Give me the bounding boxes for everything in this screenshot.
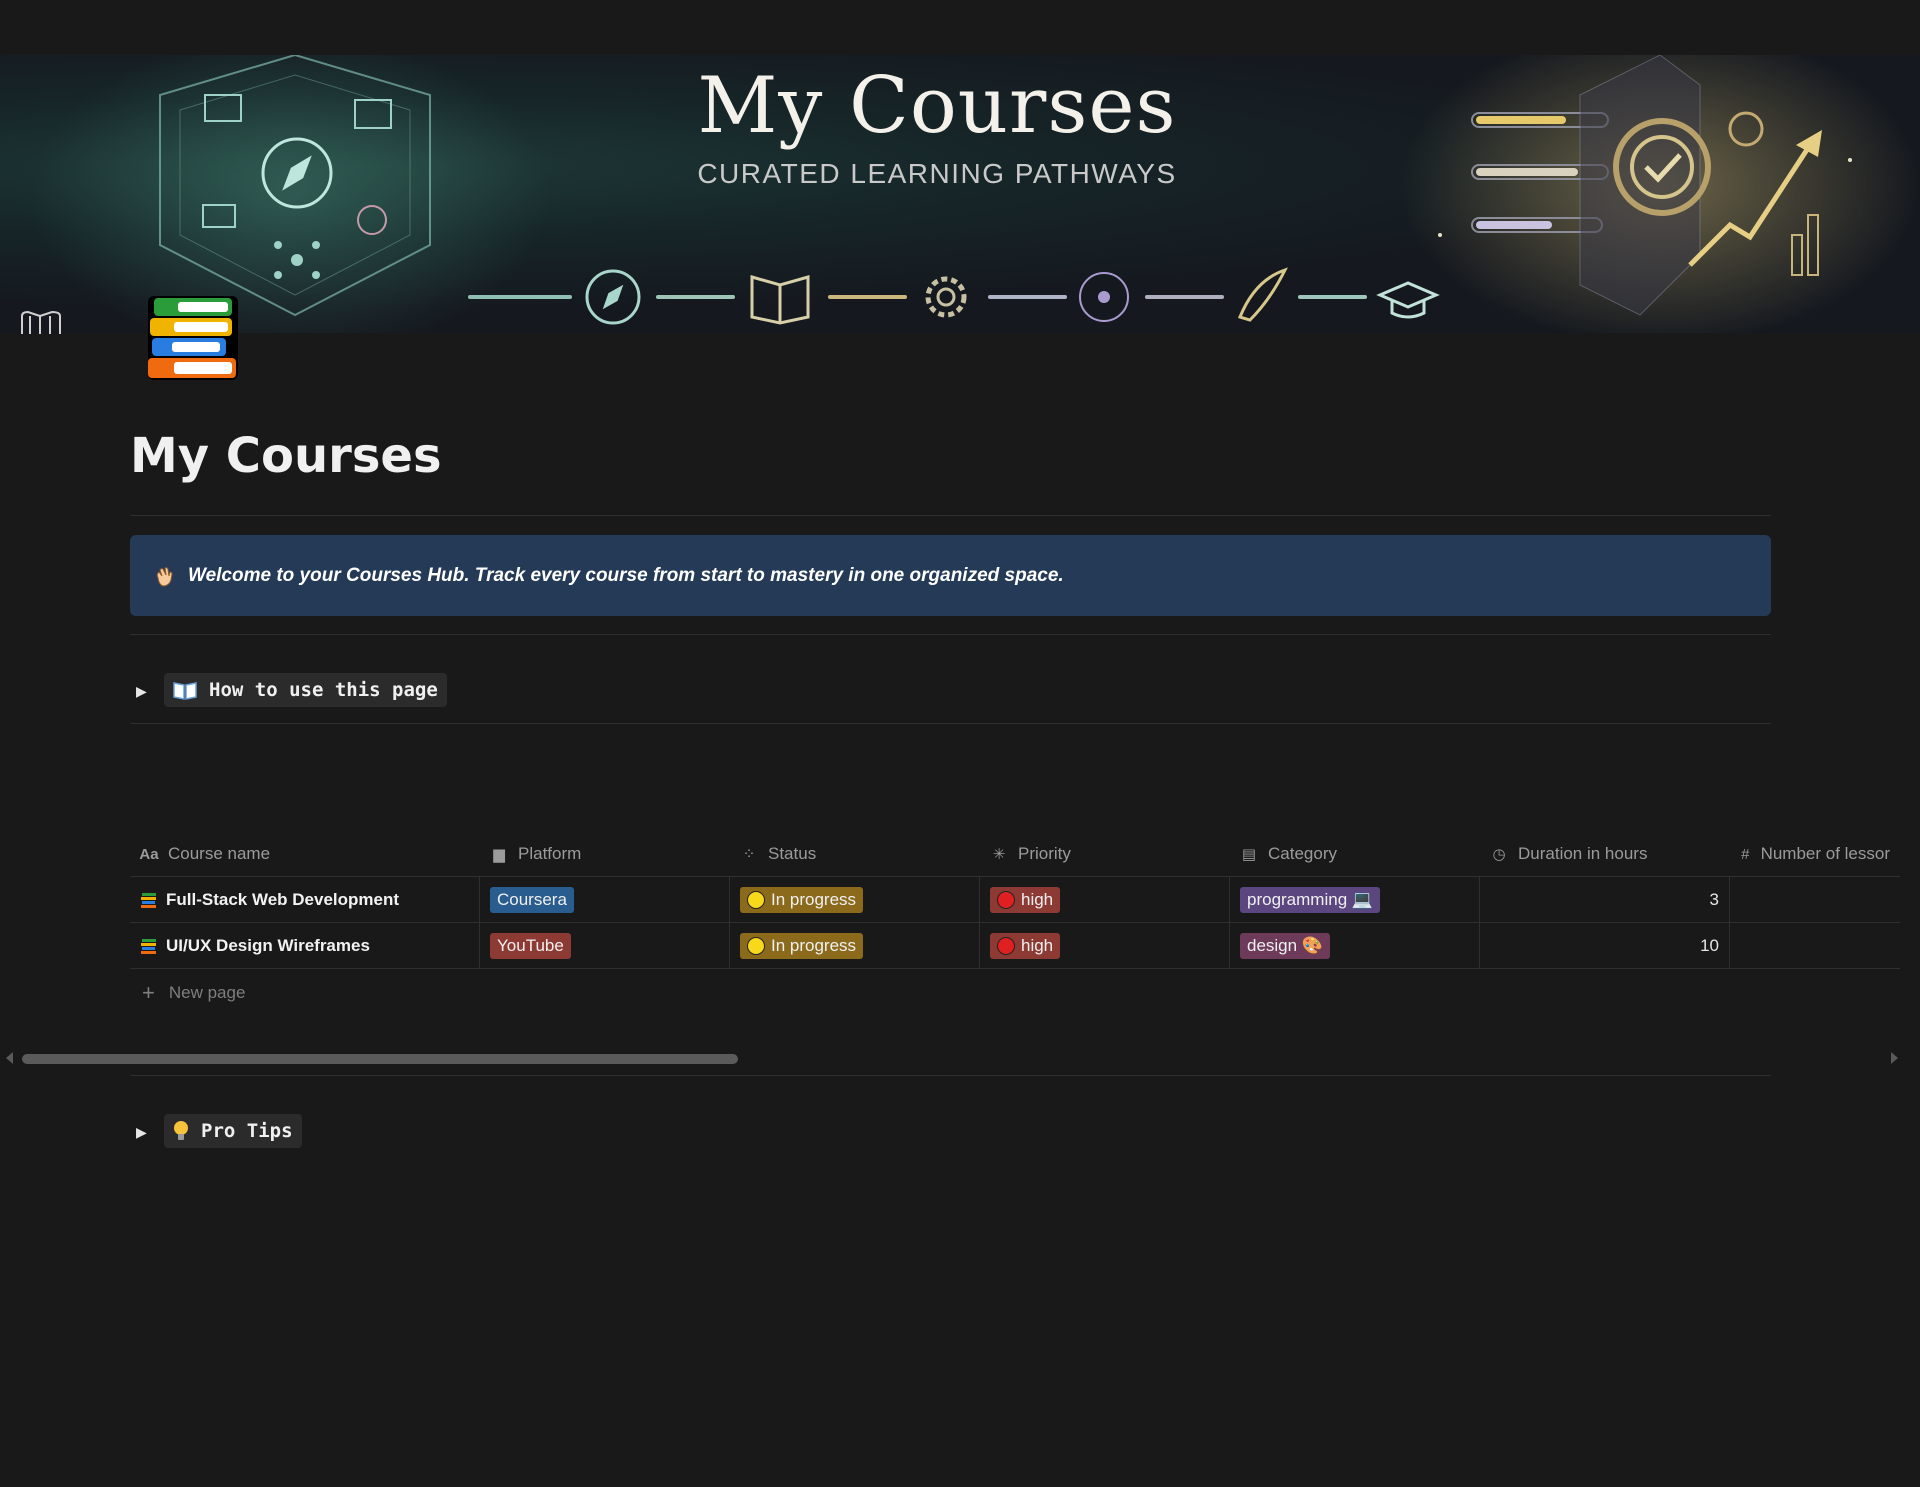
light-bulb-icon: [174, 1121, 188, 1140]
platform-cell[interactable]: YouTube: [480, 923, 730, 968]
column-label: Duration in hours: [1518, 844, 1648, 863]
priority-label: high: [1021, 889, 1054, 909]
toggle-label-chip[interactable]: Pro Tips: [164, 1114, 302, 1148]
page-title[interactable]: My Courses: [130, 428, 442, 484]
table-header: Aa Course name ▆ Platform ⁘ Status ✳ Pri…: [130, 832, 1900, 877]
callout-text: Welcome to your Courses Hub. Track every…: [188, 564, 1064, 586]
plus-icon: +: [142, 980, 155, 1005]
table-row[interactable]: Full-Stack Web Development Coursera In p…: [130, 877, 1900, 923]
divider: [130, 515, 1771, 516]
text-icon: Aa: [139, 845, 159, 863]
column-header-lessons[interactable]: # Number of lessor: [1730, 832, 1900, 876]
priority-tag: high: [990, 932, 1061, 959]
welcome-callout: Welcome to your Courses Hub. Track every…: [130, 535, 1771, 616]
column-label: Number of lessor: [1760, 844, 1890, 863]
divider: [130, 634, 1771, 635]
status-label: In progress: [771, 889, 857, 909]
sidebar-open-icon[interactable]: [20, 310, 64, 336]
waving-hand-icon: [156, 566, 173, 587]
status-cell[interactable]: In progress: [730, 877, 980, 922]
column-label: Course name: [168, 844, 271, 863]
courses-table: Aa Course name ▆ Platform ⁘ Status ✳ Pri…: [130, 832, 1900, 1017]
cover-title: My Courses: [697, 61, 1177, 151]
column-header-priority[interactable]: ✳ Priority: [980, 832, 1230, 876]
category-cell[interactable]: programming 💻: [1230, 877, 1480, 922]
priority-cell[interactable]: high: [980, 877, 1230, 922]
column-label: Status: [768, 844, 817, 863]
category-tag: programming 💻: [1240, 886, 1381, 913]
status-cell[interactable]: In progress: [730, 923, 980, 968]
column-header-duration[interactable]: ◷ Duration in hours: [1480, 832, 1730, 876]
toggle-label: How to use this page: [209, 679, 438, 701]
column-header-status[interactable]: ⁘ Status: [730, 832, 980, 876]
status-label: In progress: [771, 935, 857, 955]
course-name-cell[interactable]: UI/UX Design Wireframes: [130, 923, 480, 968]
divider: [130, 723, 1771, 724]
scrollbar-thumb[interactable]: [22, 1054, 738, 1064]
yellow-circle-icon: [747, 936, 765, 955]
status-tag: In progress: [740, 932, 864, 959]
duration-cell[interactable]: 10: [1480, 923, 1730, 968]
red-circle-icon: [997, 936, 1015, 955]
priority-label: high: [1021, 935, 1054, 955]
course-name[interactable]: Full-Stack Web Development: [166, 890, 399, 910]
yellow-circle-icon: [747, 890, 765, 909]
horizontal-scrollbar[interactable]: [0, 1048, 1920, 1068]
new-page-button[interactable]: + New page: [130, 969, 1900, 1017]
column-label: Priority: [1018, 844, 1071, 863]
archive-icon: ▤: [1241, 846, 1257, 863]
lessons-cell[interactable]: [1730, 877, 1900, 922]
priority-icon: ✳: [992, 846, 1006, 863]
platform-cell[interactable]: Coursera: [480, 877, 730, 922]
book-icon: ▆: [493, 846, 505, 863]
status-tag: In progress: [740, 886, 864, 913]
table-row[interactable]: UI/UX Design Wireframes YouTube In progr…: [130, 923, 1900, 969]
cover-subtitle: CURATED LEARNING PATHWAYS: [697, 158, 1177, 189]
duration-cell[interactable]: 3: [1480, 877, 1730, 922]
category-cell[interactable]: design 🎨: [1230, 923, 1480, 968]
scroll-right-arrow-icon[interactable]: [1891, 1052, 1898, 1064]
toggle-pro-tips[interactable]: ▶ Pro Tips: [136, 1114, 302, 1148]
open-book-icon: [173, 682, 197, 700]
hash-icon: #: [1741, 845, 1750, 863]
clock-icon: ◷: [1492, 846, 1506, 863]
lessons-cell[interactable]: [1730, 923, 1900, 968]
category-tag: design 🎨: [1240, 932, 1330, 959]
triangle-right-icon[interactable]: ▶: [136, 1124, 150, 1140]
toggle-label: Pro Tips: [201, 1120, 293, 1142]
status-icon: ⁘: [742, 846, 756, 863]
books-icon[interactable]: [142, 290, 246, 386]
triangle-right-icon[interactable]: ▶: [136, 683, 150, 699]
column-label: Platform: [518, 844, 582, 863]
priority-cell[interactable]: high: [980, 923, 1230, 968]
course-name-cell[interactable]: Full-Stack Web Development: [130, 877, 480, 922]
new-page-label: New page: [168, 983, 246, 1002]
column-header-category[interactable]: ▤ Category: [1230, 832, 1480, 876]
toggle-how-to-use[interactable]: ▶ How to use this page: [136, 673, 447, 707]
cover-image: My Courses CURATED LEARNING PATHWAYS: [0, 55, 1920, 333]
toggle-label-chip[interactable]: How to use this page: [164, 673, 447, 707]
column-label: Category: [1268, 844, 1337, 863]
divider: [130, 1075, 1771, 1076]
books-icon: [141, 938, 156, 954]
platform-tag: Coursera: [490, 886, 574, 913]
scroll-left-arrow-icon[interactable]: [6, 1052, 13, 1064]
platform-tag: YouTube: [490, 932, 571, 959]
column-header-platform[interactable]: ▆ Platform: [480, 832, 730, 876]
course-name[interactable]: UI/UX Design Wireframes: [166, 936, 370, 956]
column-header-course-name[interactable]: Aa Course name: [130, 832, 480, 876]
books-icon: [141, 892, 156, 908]
priority-tag: high: [990, 886, 1061, 913]
red-circle-icon: [997, 890, 1015, 909]
